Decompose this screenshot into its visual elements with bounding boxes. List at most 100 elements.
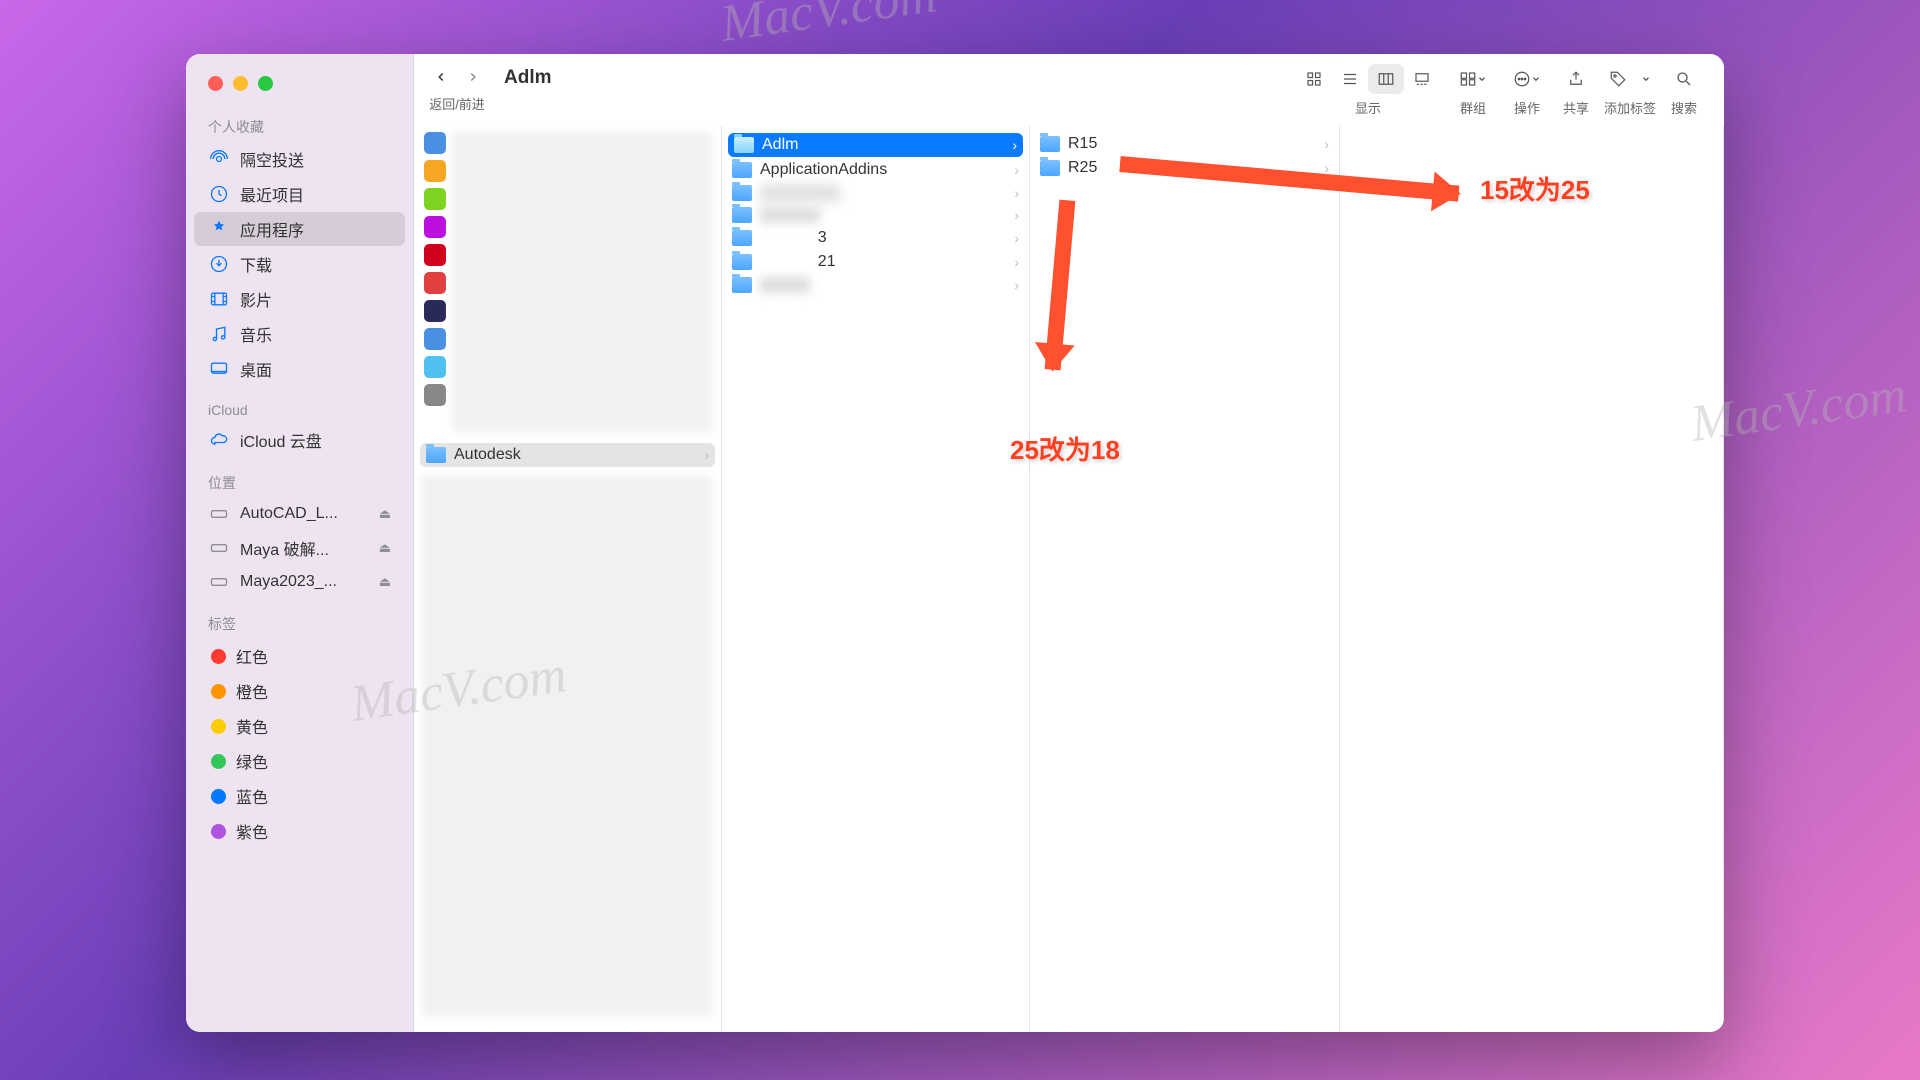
view-gallery-button[interactable] — [1404, 64, 1440, 94]
share-button[interactable] — [1560, 64, 1592, 94]
folder-icon — [732, 185, 752, 201]
group-button[interactable] — [1452, 64, 1494, 94]
chevron-right-icon: › — [1014, 185, 1019, 201]
maximize-button[interactable] — [258, 76, 273, 91]
group-group: 群组 — [1452, 64, 1494, 117]
chevron-right-icon: › — [704, 447, 709, 463]
share-group: 共享 — [1560, 64, 1592, 117]
folder-label: R15 — [1068, 135, 1097, 153]
sidebar-item-label: 红色 — [236, 644, 268, 668]
folder-icon — [732, 207, 752, 223]
sidebar-tag-blue[interactable]: 蓝色 — [194, 779, 405, 813]
sidebar-item-recents[interactable]: 最近项目 — [194, 177, 405, 211]
sidebar-item-label: 蓝色 — [236, 784, 268, 808]
search-button[interactable] — [1668, 64, 1700, 94]
sidebar-item-desktop[interactable]: 桌面 — [194, 352, 405, 386]
folder-adlm[interactable]: Adlm › — [728, 133, 1023, 157]
annotation-text: 15改为25 — [1480, 170, 1590, 207]
tags-button[interactable] — [1609, 64, 1651, 94]
sidebar-item-label: iCloud 云盘 — [240, 428, 322, 452]
app-icon — [424, 384, 446, 406]
sidebar-tag-orange[interactable]: 橙色 — [194, 674, 405, 708]
column-2: Adlm › ApplicationAddins › › › — [722, 126, 1030, 1032]
sidebar-item-label: 应用程序 — [240, 217, 304, 241]
sidebar-item-label: 桌面 — [240, 357, 272, 381]
eject-icon[interactable]: ⏏ — [379, 540, 391, 556]
app-icon — [424, 244, 446, 266]
app-icon — [424, 272, 446, 294]
toolbar-label: 共享 — [1563, 98, 1589, 117]
chevron-right-icon: › — [1324, 136, 1329, 152]
clock-icon — [208, 183, 230, 205]
folder-label — [760, 185, 840, 201]
window-controls — [186, 64, 413, 109]
sidebar-item-disk[interactable]: AutoCAD_L... ⏏ — [194, 498, 405, 530]
folder-icon — [734, 137, 754, 153]
eject-icon[interactable]: ⏏ — [379, 506, 391, 522]
sidebar-item-downloads[interactable]: 下载 — [194, 247, 405, 281]
tag-dot-icon — [211, 754, 226, 769]
folder-row[interactable]: › — [722, 204, 1029, 226]
action-button[interactable] — [1506, 64, 1548, 94]
sidebar-item-label: AutoCAD_L... — [240, 505, 338, 523]
blurred-region — [422, 476, 712, 1016]
tag-dot-icon — [211, 684, 226, 699]
tags-group: 添加标签 — [1604, 64, 1656, 117]
folder-label — [760, 207, 820, 223]
apps-icon — [208, 218, 230, 240]
app-icon — [424, 132, 446, 154]
sidebar-item-label: 隔空投送 — [240, 147, 304, 171]
folder-applicationaddins[interactable]: ApplicationAddins › — [722, 158, 1029, 182]
minimize-button[interactable] — [233, 76, 248, 91]
folder-autodesk[interactable]: Autodesk › — [420, 443, 715, 467]
blurred-region — [452, 132, 712, 432]
folder-row[interactable]: 3 › — [722, 226, 1029, 250]
sidebar-item-music[interactable]: 音乐 — [194, 317, 405, 351]
sidebar-tag-green[interactable]: 绿色 — [194, 744, 405, 778]
folder-row[interactable]: › — [722, 182, 1029, 204]
chevron-right-icon: › — [1014, 277, 1019, 293]
view-list-button[interactable] — [1332, 64, 1368, 94]
chevron-right-icon: › — [1014, 254, 1019, 270]
sidebar-tag-purple[interactable]: 紫色 — [194, 814, 405, 848]
sidebar-tag-red[interactable]: 红色 — [194, 639, 405, 673]
folder-row[interactable]: › — [722, 274, 1029, 296]
sidebar-item-disk[interactable]: Maya 破解... ⏏ — [194, 531, 405, 565]
folder-icon — [732, 162, 752, 178]
column-1: Autodesk › — [414, 126, 722, 1032]
folder-r15[interactable]: R15 › — [1030, 132, 1339, 156]
nav-label: 返回/前进 — [429, 94, 485, 113]
app-icon — [424, 328, 446, 350]
sidebar-section-favorites: 个人收藏 — [186, 109, 413, 141]
action-group: 操作 — [1506, 64, 1548, 117]
sidebar-item-applications[interactable]: 应用程序 — [194, 212, 405, 246]
sidebar-section-locations: 位置 — [186, 465, 413, 497]
nav-group: 返回/前进 — [428, 64, 486, 113]
app-icon — [424, 300, 446, 322]
folder-icon — [732, 277, 752, 293]
download-icon — [208, 253, 230, 275]
sidebar-item-label: 橙色 — [236, 679, 268, 703]
chevron-right-icon: › — [1014, 207, 1019, 223]
sidebar-section-icloud: iCloud — [186, 394, 413, 422]
sidebar-item-movies[interactable]: 影片 — [194, 282, 405, 316]
eject-icon[interactable]: ⏏ — [379, 574, 391, 590]
sidebar-tag-yellow[interactable]: 黄色 — [194, 709, 405, 743]
view-columns-button[interactable] — [1368, 64, 1404, 94]
movie-icon — [208, 288, 230, 310]
close-button[interactable] — [208, 76, 223, 91]
toolbar-label: 添加标签 — [1604, 98, 1656, 117]
watermark: MacV.com — [717, 0, 940, 54]
folder-row[interactable]: 21 › — [722, 250, 1029, 274]
sidebar-item-airdrop[interactable]: 隔空投送 — [194, 142, 405, 176]
forward-button[interactable] — [460, 64, 486, 90]
sidebar-item-icloud-drive[interactable]: iCloud 云盘 — [194, 423, 405, 457]
airdrop-icon — [208, 148, 230, 170]
app-icon — [424, 356, 446, 378]
sidebar-item-label: 黄色 — [236, 714, 268, 738]
cloud-icon — [208, 429, 230, 451]
back-button[interactable] — [428, 64, 454, 90]
view-icons-button[interactable] — [1296, 64, 1332, 94]
sidebar-item-disk[interactable]: Maya2023_... ⏏ — [194, 566, 405, 598]
folder-label: Adlm — [762, 136, 798, 154]
